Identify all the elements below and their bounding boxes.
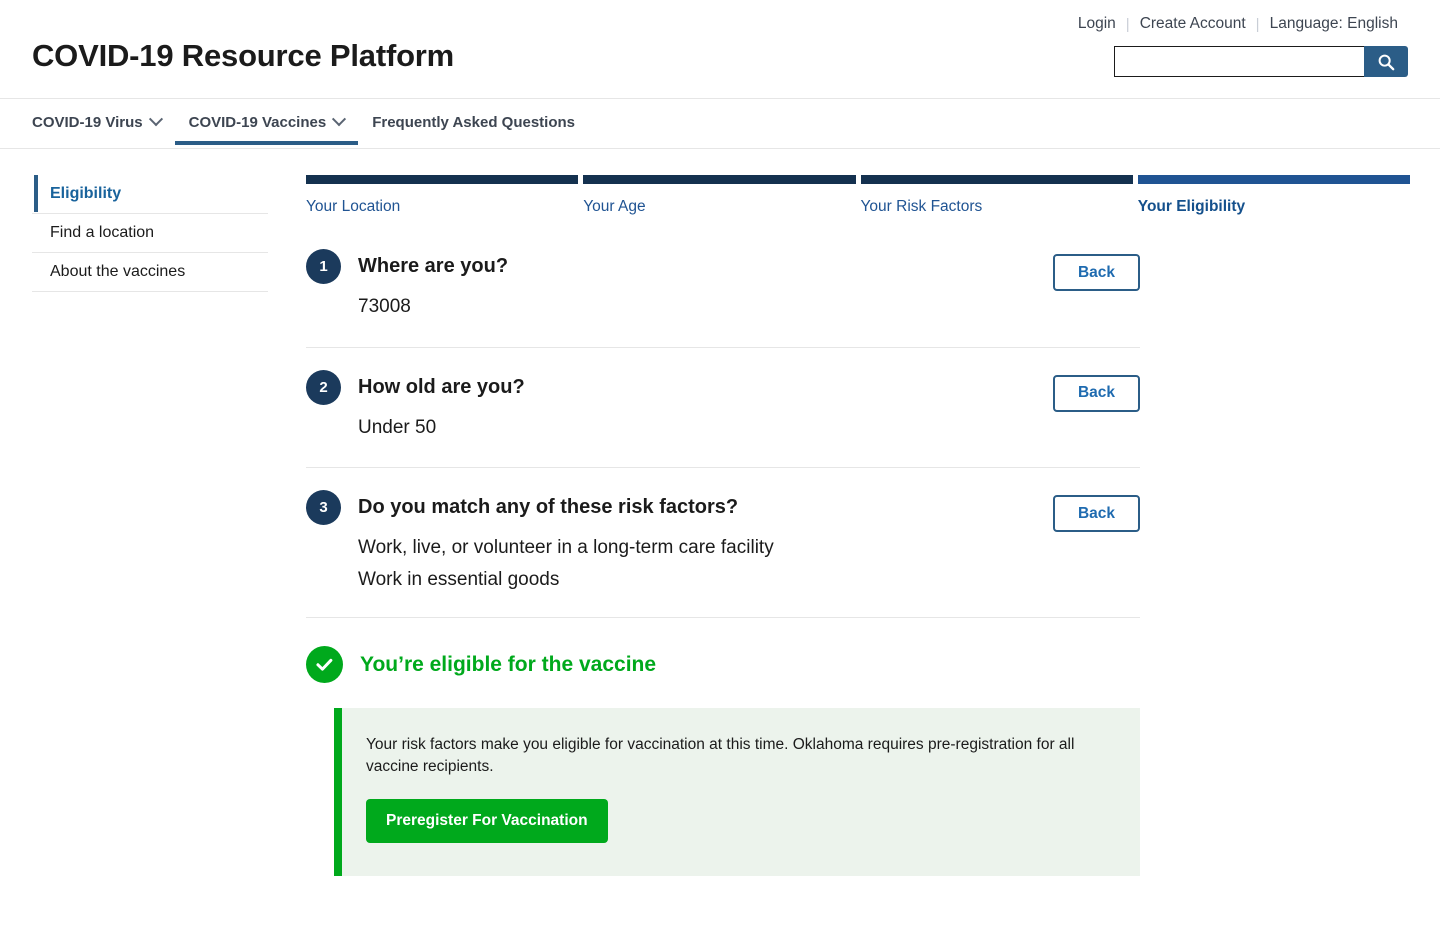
step-your-age[interactable]: Your Age [583, 175, 856, 216]
question-header: 2 How old are you? [306, 369, 1140, 405]
search-button[interactable] [1364, 46, 1408, 77]
question-summary-list: 1 Where are you? 73008 Back 2 How old ar… [306, 249, 1140, 619]
primary-nav: COVID-19 Virus COVID-19 Vaccines Frequen… [0, 99, 1440, 149]
nav-item-label: COVID-19 Vaccines [188, 113, 327, 131]
nav-item-faq[interactable]: Frequently Asked Questions [358, 99, 589, 145]
step-label: Your Location [306, 198, 401, 215]
question-header: 1 Where are you? [306, 249, 1140, 284]
back-button-risk-factors[interactable]: Back [1053, 495, 1140, 533]
page-body: Eligibility Find a location About the va… [0, 149, 1440, 877]
language-selector-link[interactable]: Language: English [1260, 15, 1408, 33]
sidebar-item-about-the-vaccines[interactable]: About the vaccines [32, 253, 268, 292]
sidebar-item-find-a-location[interactable]: Find a location [32, 214, 268, 253]
preregister-button[interactable]: Preregister For Vaccination [366, 799, 608, 844]
question-row-location: 1 Where are you? 73008 Back [306, 249, 1140, 348]
create-account-link[interactable]: Create Account [1130, 15, 1256, 33]
search-input[interactable] [1114, 46, 1364, 77]
sidebar-item-label: About the vaccines [50, 263, 186, 280]
question-answer: Work in essential goods [358, 568, 560, 590]
question-row-age: 2 How old are you? Under 50 Back [306, 348, 1140, 469]
question-number: 1 [306, 249, 341, 284]
sidebar-item-eligibility[interactable]: Eligibility [32, 175, 268, 214]
nav-item-label: Frequently Asked Questions [372, 113, 576, 131]
search-icon [1377, 53, 1395, 71]
sidebar-item-label: Eligibility [50, 185, 122, 202]
sidebar-item-label: Find a location [50, 224, 155, 241]
progress-stepper: Your Location Your Age Your Risk Factors… [306, 175, 1410, 216]
nav-item-covid-19-virus[interactable]: COVID-19 Virus [18, 99, 175, 145]
chevron-down-icon [332, 112, 347, 127]
question-answer: 73008 [358, 296, 411, 317]
step-bar [860, 175, 1133, 184]
question-number: 2 [306, 369, 341, 405]
question-title: How old are you? [358, 375, 525, 398]
check-circle-icon [306, 646, 343, 684]
login-link[interactable]: Login [1068, 15, 1126, 33]
eligibility-heading: You’re eligible for the vaccine [360, 652, 657, 676]
step-bar [306, 175, 579, 184]
question-answer: Work, live, or volunteer in a long-term … [358, 537, 774, 559]
utility-nav: Login | Create Account | Language: Engli… [1068, 15, 1408, 33]
step-your-eligibility[interactable]: Your Eligibility [1137, 175, 1410, 216]
site-header: COVID-19 Resource Platform Login | Creat… [0, 0, 1440, 99]
chevron-down-icon [148, 112, 163, 127]
step-your-location[interactable]: Your Location [306, 175, 579, 216]
question-header: 3 Do you match any of these risk factors… [306, 490, 1140, 526]
sidebar: Eligibility Find a location About the va… [32, 175, 268, 876]
step-label: Your Eligibility [1137, 198, 1246, 215]
step-bar [1137, 175, 1410, 184]
back-button-age[interactable]: Back [1053, 374, 1140, 412]
search-form [1114, 46, 1408, 77]
nav-item-label: COVID-19 Virus [32, 113, 143, 131]
eligibility-result: You’re eligible for the vaccine [306, 646, 1410, 684]
nav-item-covid-19-vaccines[interactable]: COVID-19 Vaccines [174, 99, 359, 145]
alert-message: Your risk factors make you eligible for … [366, 736, 1075, 776]
step-your-risk-factors[interactable]: Your Risk Factors [860, 175, 1133, 216]
question-row-risk-factors: 3 Do you match any of these risk factors… [306, 468, 1140, 619]
eligibility-alert: Your risk factors make you eligible for … [334, 708, 1140, 877]
question-title: Where are you? [358, 255, 509, 277]
step-bar [583, 175, 856, 184]
back-button-location[interactable]: Back [1053, 254, 1140, 291]
step-label: Your Age [583, 198, 646, 215]
question-number: 3 [306, 490, 341, 526]
step-label: Your Risk Factors [860, 198, 983, 215]
question-title: Do you match any of these risk factors? [358, 496, 739, 519]
main-content: Your Location Your Age Your Risk Factors… [306, 175, 1410, 877]
question-answer: Under 50 [358, 416, 437, 438]
page-title: COVID-19 Resource Platform [32, 38, 455, 73]
